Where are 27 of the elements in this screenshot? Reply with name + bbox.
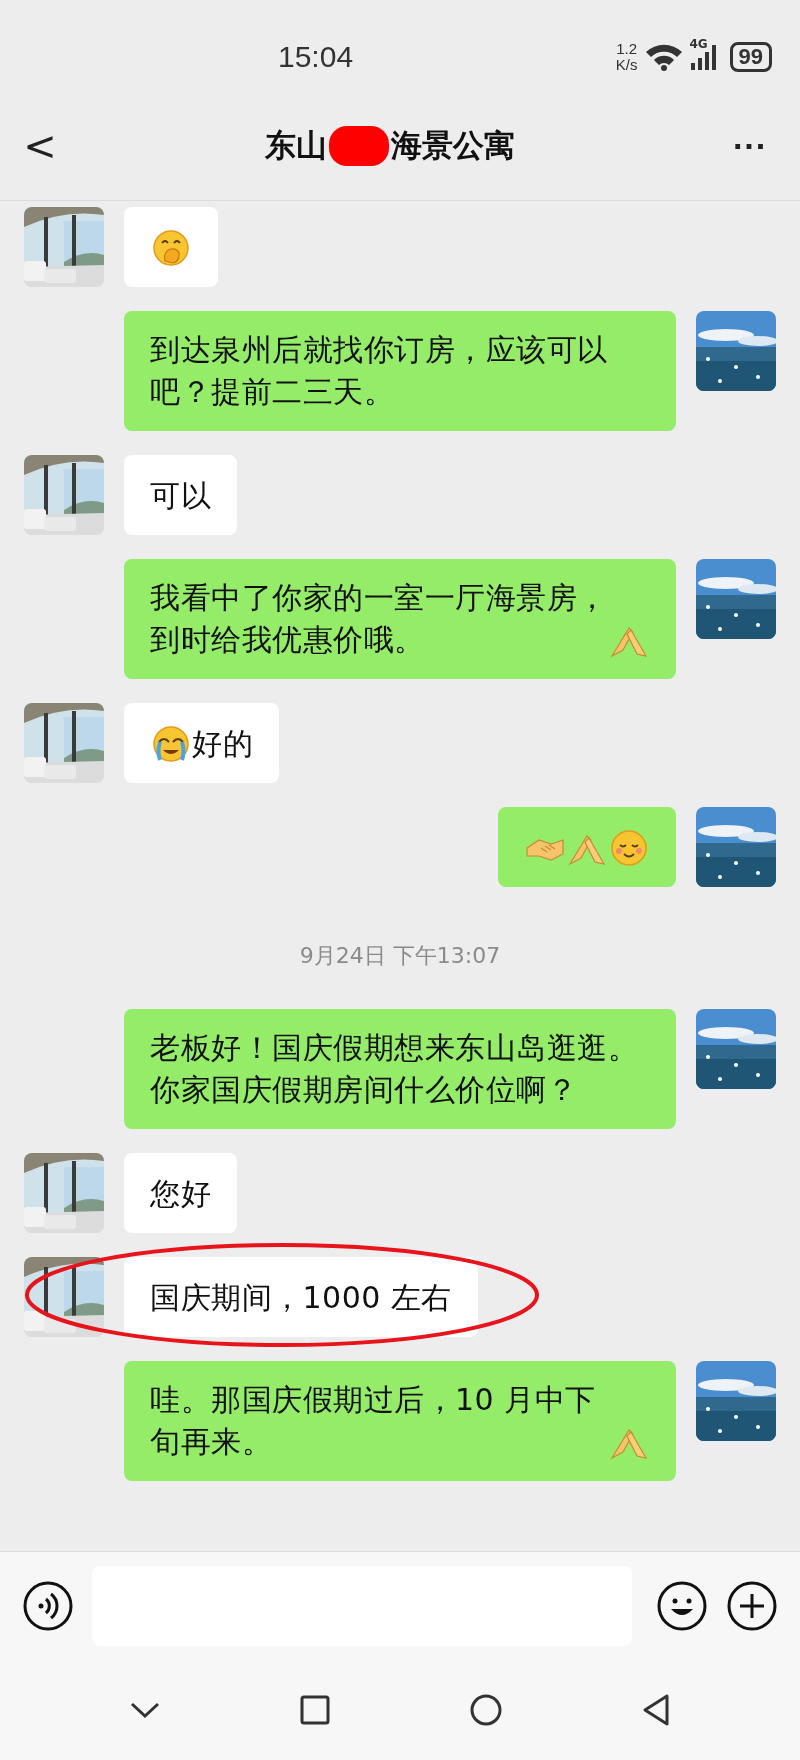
circle-icon[interactable] [469, 1693, 503, 1727]
message-text: 国庆期间，1000 左右 [150, 1279, 452, 1317]
speed-value: 1.2 [616, 41, 638, 57]
message-text: 老板好！国庆假期想来东山岛逛逛。你家国庆假期房间什么价位啊？ [150, 1029, 639, 1109]
chat-title: 东山 [265, 126, 327, 165]
square-icon[interactable] [299, 1694, 331, 1726]
status-time: 15:04 [278, 40, 354, 74]
emoji-icon[interactable] [656, 1580, 708, 1632]
message-text: 好的 [192, 725, 253, 763]
voice-icon[interactable] [22, 1580, 74, 1632]
network-label: 4G [689, 37, 708, 51]
back-button[interactable]: < [0, 106, 80, 186]
crying-face-icon [151, 724, 191, 764]
triangle-back-icon[interactable] [641, 1693, 671, 1727]
message-text: 哇。那国庆假期过后，10 月中下旬再来。 [150, 1381, 597, 1461]
more-button[interactable]: ··· [700, 106, 800, 186]
message-text: 可以 [150, 477, 211, 515]
smiling-face-icon [609, 828, 649, 868]
message-text: 您好 [150, 1175, 211, 1213]
plus-icon[interactable] [726, 1580, 778, 1632]
chat-title: 海景公寓 [391, 126, 515, 165]
timestamp: 9月24日 下午13:07 [299, 942, 501, 970]
message-text: 我看中了你家的一室一厅海景房，到时给我优惠价哦。 [150, 579, 608, 659]
message-text: 到达泉州后就找你订房，应该可以吧？提前二三天。 [150, 331, 609, 411]
chevron-down-icon[interactable] [129, 1700, 161, 1720]
battery-level: 99 [738, 44, 763, 70]
speed-unit: K/s [615, 57, 638, 73]
